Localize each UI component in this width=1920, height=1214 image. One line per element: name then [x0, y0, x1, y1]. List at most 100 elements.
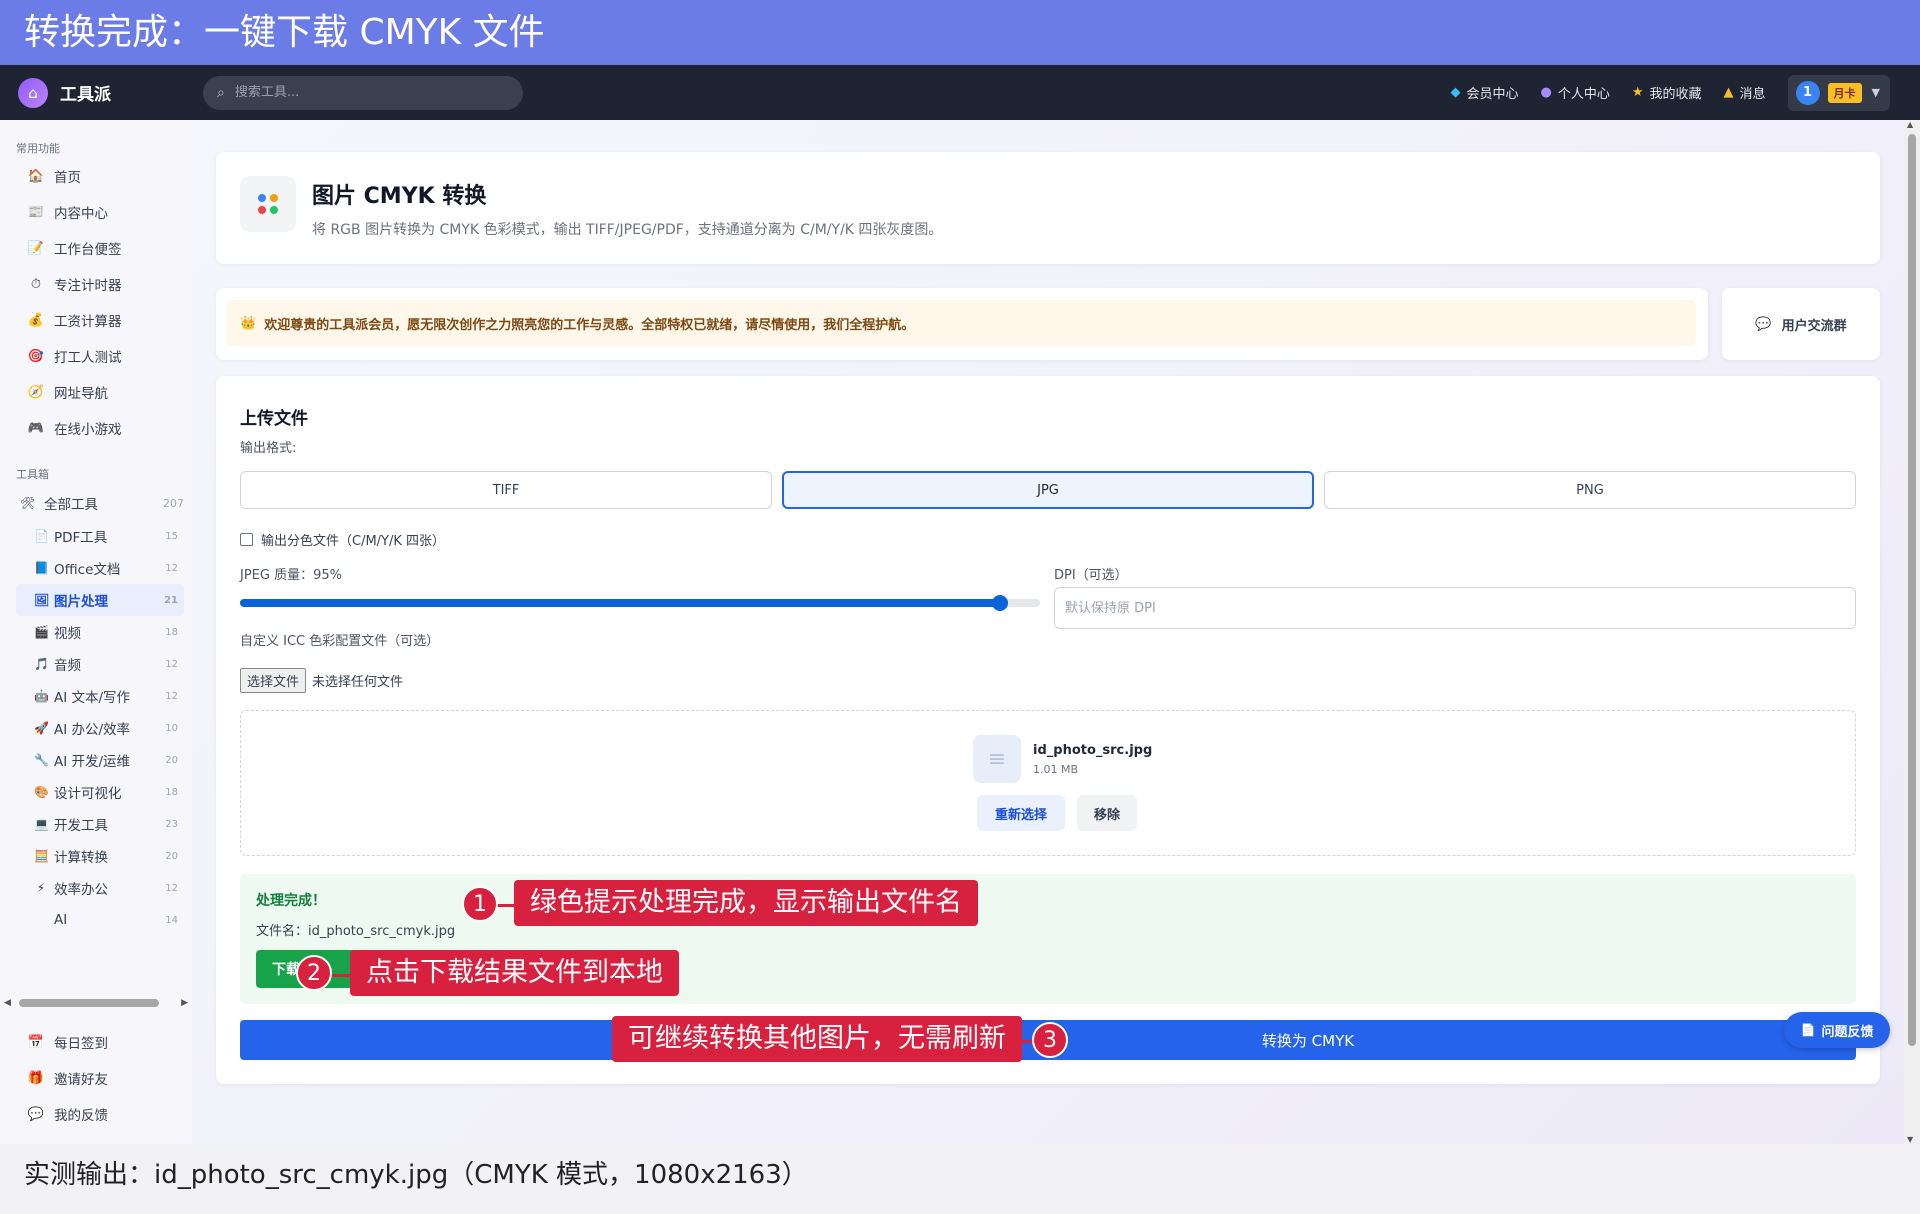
count-badge: 12: [165, 690, 178, 702]
scroll-up-icon[interactable]: ▲: [1907, 120, 1913, 129]
sidebar-icon: 🖼: [34, 593, 50, 607]
quality-slider[interactable]: [240, 595, 1040, 611]
tool-header-card: 图片 CMYK 转换 将 RGB 图片转换为 CMYK 色彩模式，输出 TIFF…: [216, 152, 1880, 264]
membership-badge: 月卡: [1827, 82, 1862, 103]
tools-icon: 🛠: [20, 496, 36, 510]
sidebar-item-category[interactable]: 🎨 设计可视化 18: [0, 776, 192, 808]
dpi-input[interactable]: [1054, 587, 1856, 629]
callout-3: 可继续转换其他图片，无需刷新: [612, 1016, 1022, 1062]
sidebar-item-label: 首页: [54, 170, 81, 186]
reselect-button[interactable]: 重新选择: [977, 795, 1065, 831]
user-menu[interactable]: 1 月卡 ▼: [1787, 74, 1890, 111]
count-badge: 23: [165, 818, 178, 830]
sidebar-item-category[interactable]: ⚡ 效率办公 12: [0, 872, 192, 904]
welcome-message: 👑 欢迎尊贵的工具派会员，愿无限次创作之力照亮您的工作与灵感。全部特权已就绪，请…: [226, 300, 1696, 346]
page-description: 将 RGB 图片转换为 CMYK 色彩模式，输出 TIFF/JPEG/PDF，支…: [312, 222, 943, 238]
sidebar-icon: 🧭: [27, 384, 45, 400]
sidebar-item-label: 内容中心: [54, 206, 108, 222]
star-icon: ★: [1631, 85, 1644, 100]
search-input[interactable]: [234, 85, 495, 100]
sidebar-item-category[interactable]: 📄 PDF工具 15: [0, 520, 192, 552]
sidebar-item-common[interactable]: 🧭 网址导航: [0, 374, 192, 410]
sidebar-item-common[interactable]: ⏱ 专注计时器: [0, 266, 192, 302]
count-badge: 12: [165, 562, 178, 574]
sidebar-icon: 📝: [27, 240, 45, 256]
sidebar-item-bottom[interactable]: 📅 每日签到: [0, 1024, 192, 1060]
sidebar-icon: 🏠: [27, 168, 45, 184]
sidebar-item-common[interactable]: 📰 内容中心: [0, 194, 192, 230]
footer-caption: 实测输出：id_photo_src_cmyk.jpg（CMYK 模式，1080x…: [0, 1144, 1920, 1214]
bottom-list: 📅 每日签到 🎁 邀请好友 💬 我的反馈: [0, 1024, 192, 1132]
sidebar-icon: 🎮: [27, 420, 45, 436]
scroll-thumb[interactable]: [18, 999, 160, 1007]
checkbox-label: 输出分色文件（C/M/Y/K 四张）: [261, 534, 446, 549]
format-tiff-button[interactable]: TIFF: [240, 471, 772, 509]
sidebar-item-bottom[interactable]: 🎁 邀请好友: [0, 1060, 192, 1096]
sidebar-item-common[interactable]: 🎯 打工人测试: [0, 338, 192, 374]
sidebar-item-bottom[interactable]: 💬 我的反馈: [0, 1096, 192, 1132]
sidebar-item-category[interactable]: AI 14: [0, 904, 192, 936]
sidebar-icon: 🎵: [34, 657, 49, 671]
sidebar-item-category[interactable]: 🎬 视频 18: [0, 616, 192, 648]
sidebar-item-common[interactable]: 💰 工资计算器: [0, 302, 192, 338]
scroll-thumb[interactable]: [1908, 134, 1916, 1046]
checkbox-box[interactable]: [240, 533, 253, 546]
uploaded-file-name: id_photo_src.jpg: [1033, 743, 1153, 758]
user-group-label: 用户交流群: [1781, 318, 1847, 334]
sidebar-item-category[interactable]: 🧮 计算转换 20: [0, 840, 192, 872]
user-group-button[interactable]: 💬 用户交流群: [1722, 288, 1880, 360]
choose-file-button[interactable]: 选择文件: [240, 668, 307, 693]
sidebar-item-label: AI 文本/写作: [54, 690, 131, 706]
sidebar: 常用功能 🏠 首页 📰 内容中心 📝 工作台便签 ⏱ 专注计时器 💰 工资计算器 🎯 打工人测试 🧭 网址…: [0, 120, 192, 1144]
sidebar-icon: 📰: [27, 204, 45, 220]
nav-favorites[interactable]: ★ 我的收藏: [1632, 83, 1702, 102]
scroll-right-icon[interactable]: ▶: [181, 998, 188, 1008]
sidebar-item-label: PDF工具: [54, 530, 108, 546]
upload-dropzone[interactable]: ≡ id_photo_src.jpg 1.01 MB 重新选择 移除: [240, 710, 1856, 856]
nav-messages[interactable]: ▲ 消息: [1724, 83, 1766, 102]
remove-button[interactable]: 移除: [1077, 795, 1137, 831]
page-vertical-scrollbar[interactable]: ▲ ▼: [1904, 120, 1920, 1144]
document-icon: 📄: [1800, 1023, 1816, 1037]
sidebar-item-category[interactable]: 💻 开发工具 23: [0, 808, 192, 840]
split-channels-checkbox[interactable]: 输出分色文件（C/M/Y/K 四张）: [240, 530, 445, 549]
header-nav: ◆ 会员中心 ● 个人中心 ★ 我的收藏 ▲ 消息 1 月卡 ▼: [1428, 74, 1890, 111]
sidebar-item-common[interactable]: 🎮 在线小游戏: [0, 410, 192, 446]
sidebar-item-category[interactable]: 📘 Office文档 12: [0, 552, 192, 584]
sidebar-icon: ⚡: [36, 881, 46, 895]
success-title: 处理完成！: [256, 893, 326, 909]
chevron-down-icon: ▼: [1871, 86, 1880, 99]
nav-vip-center[interactable]: ◆ 会员中心: [1450, 83, 1518, 102]
sidebar-item-category[interactable]: 🤖 AI 文本/写作 12: [0, 680, 192, 712]
sidebar-horizontal-scrollbar[interactable]: ◀ ▶: [4, 996, 188, 1010]
scroll-down-icon[interactable]: ▼: [1907, 1135, 1913, 1144]
sidebar-item-all-tools[interactable]: 🛠 全部工具 207: [0, 486, 192, 520]
count-badge: 18: [165, 786, 178, 798]
sidebar-item-common[interactable]: 📝 工作台便签: [0, 230, 192, 266]
format-png-button[interactable]: PNG: [1324, 471, 1856, 509]
sidebar-item-label: 计算转换: [54, 850, 108, 866]
scroll-left-icon[interactable]: ◀: [4, 998, 11, 1008]
sidebar-item-label: 邀请好友: [54, 1072, 108, 1088]
sidebar-item-label: 工资计算器: [54, 314, 122, 330]
diamond-icon: ◆: [1450, 85, 1461, 100]
nav-personal-center[interactable]: ● 个人中心: [1540, 83, 1609, 102]
no-file-text: 未选择任何文件: [312, 675, 404, 690]
sidebar-item-category[interactable]: 🔧 AI 开发/运维 20: [0, 744, 192, 776]
feedback-button[interactable]: 📄 问题反馈: [1784, 1012, 1890, 1048]
sidebar-item-label: 每日签到: [54, 1036, 108, 1052]
sidebar-icon: ⏱: [30, 276, 42, 292]
feedback-label: 问题反馈: [1821, 1024, 1874, 1040]
sidebar-item-category[interactable]: 🎵 音频 12: [0, 648, 192, 680]
color-dot: [258, 194, 266, 202]
sidebar-item-category[interactable]: 🖼 图片处理 21: [16, 584, 184, 616]
sidebar-icon: 🎁: [27, 1070, 45, 1086]
callout-marker-2: 2: [296, 955, 332, 991]
format-jpg-button[interactable]: JPG: [782, 471, 1314, 509]
logo[interactable]: ⌂ 工具派: [18, 77, 193, 108]
search-box[interactable]: ⌕: [203, 75, 523, 110]
sidebar-item-category[interactable]: 🚀 AI 办公/效率 10: [0, 712, 192, 744]
slider-handle[interactable]: [991, 595, 1008, 611]
count-badge: 207: [163, 496, 184, 510]
sidebar-item-common[interactable]: 🏠 首页: [0, 158, 192, 194]
